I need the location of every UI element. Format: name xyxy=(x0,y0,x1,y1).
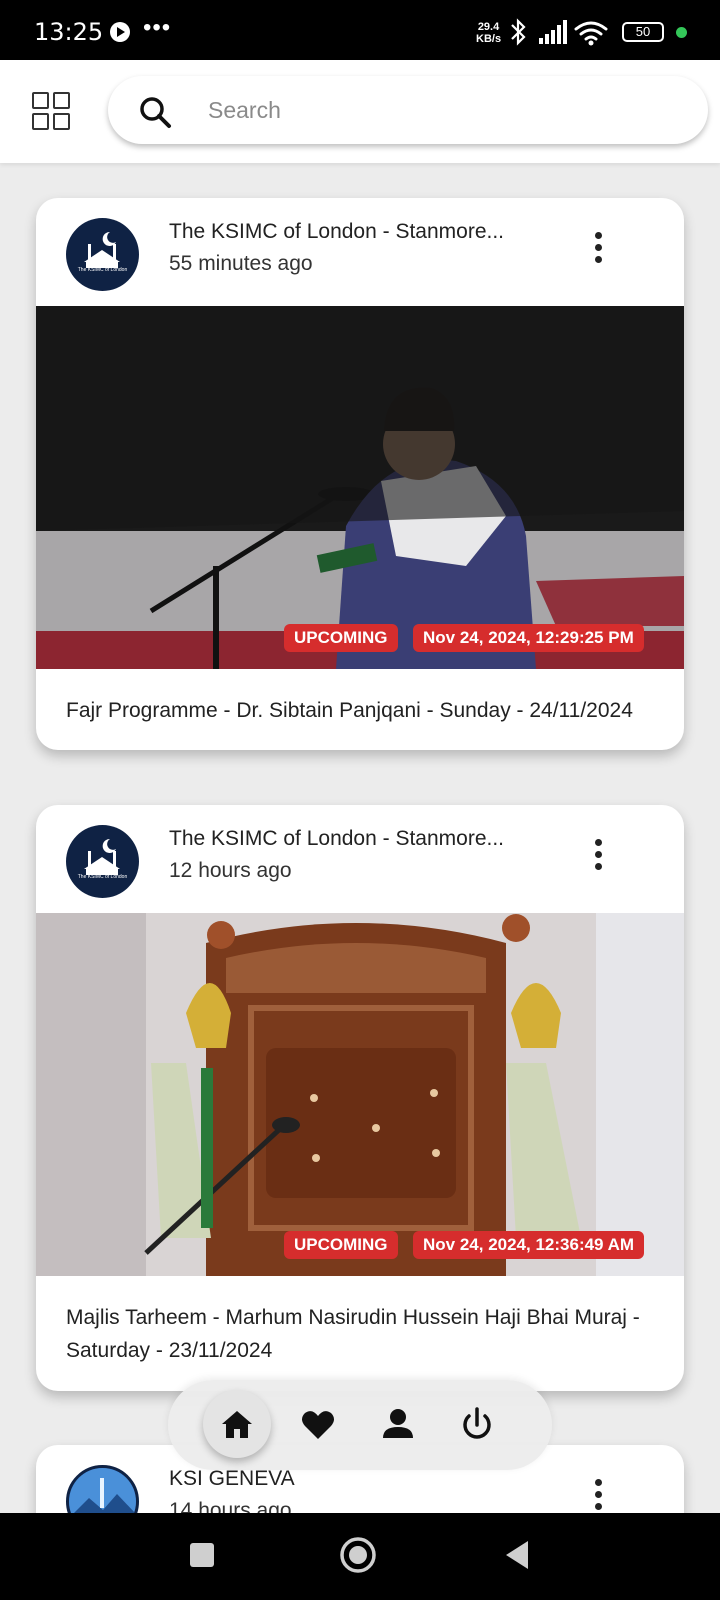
upcoming-badge: UPCOMING xyxy=(284,624,398,652)
power-icon[interactable] xyxy=(452,1400,502,1450)
back-icon xyxy=(506,1541,528,1569)
channel-name[interactable]: The KSIMC of London - Stanmore... xyxy=(169,827,504,851)
profile-icon[interactable] xyxy=(373,1400,423,1450)
post-time: 55 minutes ago xyxy=(169,252,313,275)
thumbnail-image xyxy=(36,913,684,1276)
status-bar: 13:25 ••• 29.4 KB/s 50 xyxy=(0,0,720,60)
more-options-icon[interactable] xyxy=(586,230,610,266)
more-options-icon[interactable] xyxy=(586,837,610,873)
mosque-logo-icon xyxy=(84,231,120,268)
home-icon[interactable] xyxy=(212,1400,262,1450)
avatar[interactable]: The KSIMC of London xyxy=(66,218,139,291)
post-card[interactable]: The KSIMC of London The KSIMC of London … xyxy=(36,805,684,1391)
play-icon xyxy=(110,22,130,42)
battery-icon: 50 xyxy=(622,22,664,42)
channel-name[interactable]: The KSIMC of London - Stanmore... xyxy=(169,220,504,244)
network-speed: 29.4 KB/s xyxy=(476,21,502,45)
system-navigation-bar xyxy=(0,1513,720,1600)
thumbnail-image xyxy=(36,306,684,669)
scheduled-date-badge: Nov 24, 2024, 12:36:49 AM xyxy=(413,1231,645,1259)
video-thumbnail[interactable]: UPCOMING Nov 24, 2024, 12:36:49 AM xyxy=(36,913,684,1276)
heart-icon[interactable] xyxy=(293,1400,343,1450)
grid-icon[interactable] xyxy=(30,90,72,132)
video-thumbnail[interactable]: UPCOMING Nov 24, 2024, 12:29:25 PM xyxy=(36,306,684,669)
post-title[interactable]: Fajr Programme - Dr. Sibtain Panjqani - … xyxy=(36,669,684,727)
upcoming-badge: UPCOMING xyxy=(284,1231,398,1259)
search-bar[interactable] xyxy=(108,76,708,144)
bottom-navigation xyxy=(168,1380,552,1470)
privacy-indicator xyxy=(676,27,687,38)
post-time: 14 hours ago xyxy=(169,1499,292,1513)
more-icon: ••• xyxy=(143,14,172,41)
recents-icon xyxy=(190,1543,214,1567)
video-feed: The KSIMC of London The KSIMC of London … xyxy=(0,163,720,1513)
geneva-logo-icon xyxy=(69,1468,136,1513)
status-time: 13:25 xyxy=(34,18,104,46)
app-bar xyxy=(0,60,720,163)
signal-icon xyxy=(539,20,567,44)
mosque-logo-icon xyxy=(84,838,120,875)
post-title[interactable]: Majlis Tarheem - Marhum Nasirudin Hussei… xyxy=(36,1276,684,1367)
bluetooth-icon xyxy=(511,18,526,46)
avatar[interactable] xyxy=(66,1465,139,1513)
scheduled-date-badge: Nov 24, 2024, 12:29:25 PM xyxy=(413,624,644,652)
post-time: 12 hours ago xyxy=(169,859,292,882)
avatar[interactable]: The KSIMC of London xyxy=(66,825,139,898)
search-icon xyxy=(140,97,171,128)
wifi-icon xyxy=(574,21,608,41)
post-card[interactable]: The KSIMC of London The KSIMC of London … xyxy=(36,198,684,750)
channel-name[interactable]: KSI GENEVA xyxy=(169,1467,295,1491)
search-input[interactable] xyxy=(208,90,678,130)
more-options-icon[interactable] xyxy=(586,1477,610,1513)
post-header: The KSIMC of London The KSIMC of London … xyxy=(36,198,684,306)
post-header: The KSIMC of London The KSIMC of London … xyxy=(36,805,684,913)
